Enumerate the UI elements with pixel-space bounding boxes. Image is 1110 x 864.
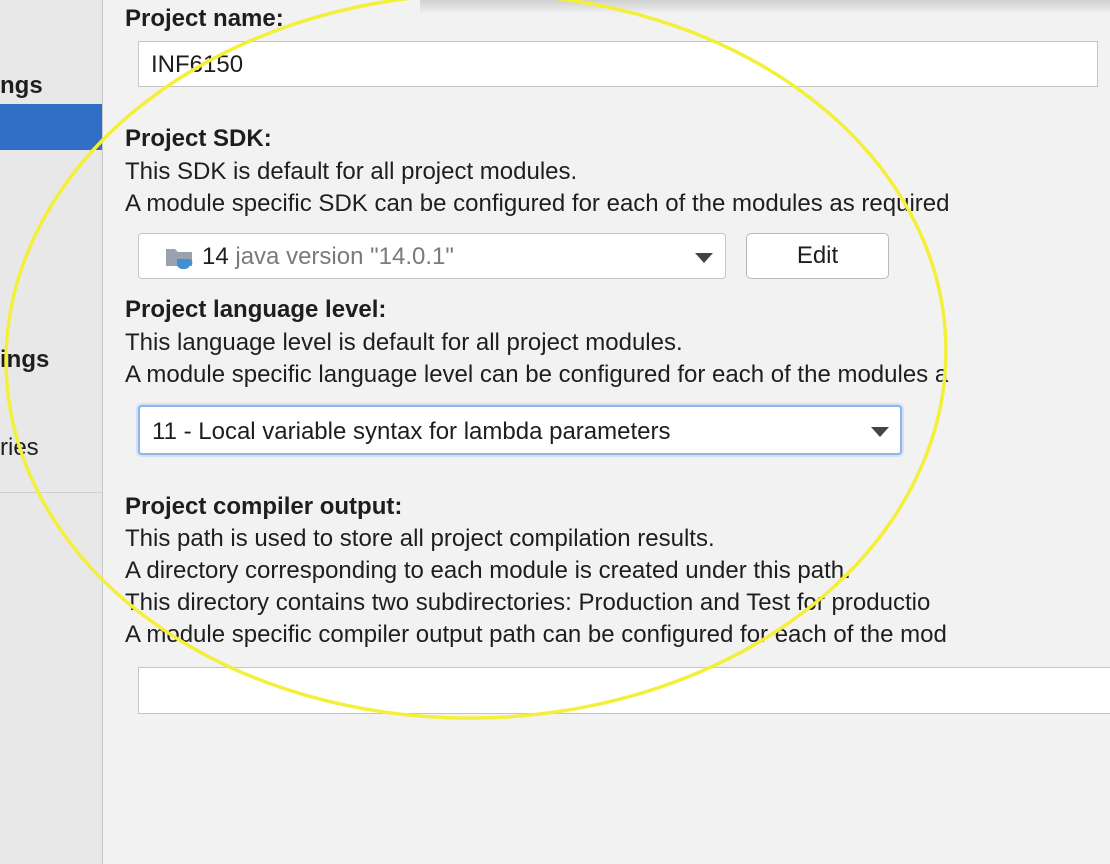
language-level-selected: 11 - Local variable syntax for lambda pa… (152, 418, 671, 445)
jdk-folder-icon (165, 244, 197, 270)
language-level-heading: Project language level: (125, 296, 387, 323)
project-name-value: INF6150 (151, 51, 244, 78)
language-level-description: A module specific language level can be … (125, 361, 949, 388)
project-sdk-description: A module specific SDK can be configured … (125, 190, 950, 217)
project-name-input[interactable]: INF6150 (138, 41, 1098, 87)
language-level-description: This language level is default for all p… (125, 329, 683, 356)
sdk-version: 14 (202, 243, 229, 270)
compiler-output-description: A directory corresponding to each module… (125, 557, 851, 584)
sdk-version-detail: java version "14.0.1" (235, 243, 454, 270)
project-settings-panel: Project name: INF6150 Project SDK: This … (0, 0, 1110, 864)
chevron-down-icon (695, 253, 713, 263)
compiler-output-description: This path is used to store all project c… (125, 525, 715, 552)
edit-sdk-button[interactable]: Edit (746, 233, 889, 279)
compiler-output-description: A module specific compiler output path c… (125, 621, 947, 648)
project-sdk-heading: Project SDK: (125, 125, 272, 152)
compiler-output-path-input[interactable] (138, 667, 1110, 714)
language-level-dropdown[interactable]: 11 - Local variable syntax for lambda pa… (138, 405, 902, 455)
project-sdk-dropdown[interactable]: 14 java version "14.0.1" (138, 233, 726, 279)
compiler-output-description: This directory contains two subdirectori… (125, 589, 931, 616)
chevron-down-icon (871, 427, 889, 437)
project-name-heading: Project name: (125, 5, 284, 32)
project-sdk-description: This SDK is default for all project modu… (125, 158, 578, 185)
compiler-output-heading: Project compiler output: (125, 493, 403, 520)
